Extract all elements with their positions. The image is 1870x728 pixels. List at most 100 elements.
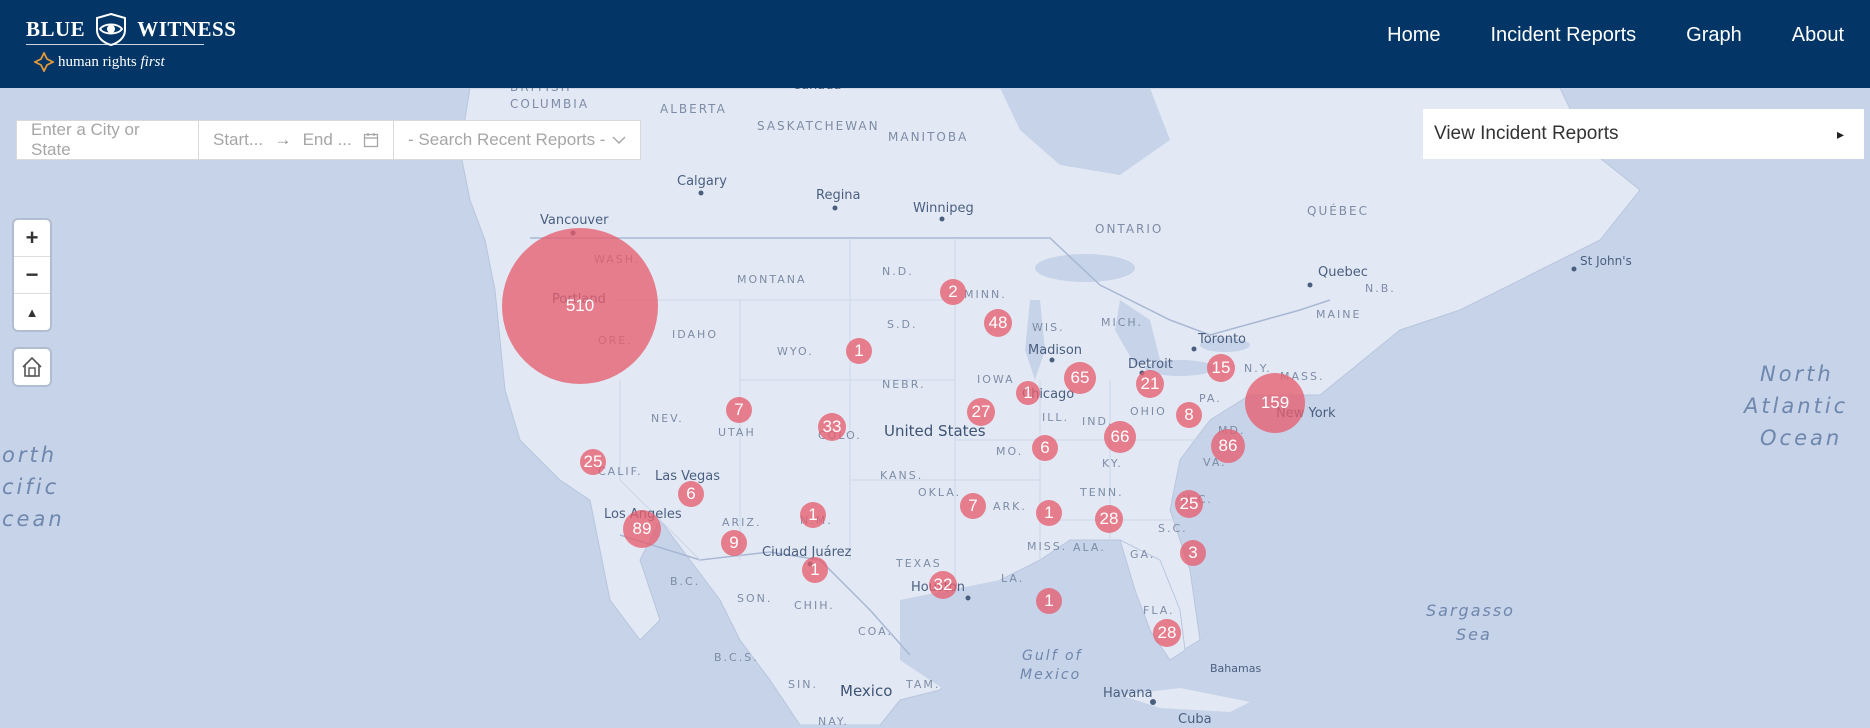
start-date-placeholder: Start... <box>213 130 264 149</box>
view-incident-reports-toggle[interactable]: View Incident Reports ▸ <box>1423 109 1864 159</box>
date-range-picker[interactable]: Start... → End ... <box>199 121 394 159</box>
incident-map[interactable]: BRITISH COLUMBIA ALBERTA SASKATCHEWAN MA… <box>0 78 1870 728</box>
cluster-count: 65 <box>1070 368 1090 387</box>
cluster-count: 9 <box>729 533 739 552</box>
cluster-marker[interactable]: 25 <box>1175 490 1203 518</box>
cluster-marker[interactable]: 1 <box>1036 500 1062 526</box>
logo-sub-italic: first <box>140 53 165 70</box>
top-navbar: BLUE WITNESS human rights first Home Inc… <box>0 0 1870 88</box>
cluster-marker[interactable]: 1 <box>800 502 826 528</box>
cluster-count: 66 <box>1110 427 1130 446</box>
logo-divider <box>26 44 204 45</box>
recent-reports-placeholder: - Search Recent Reports - <box>408 130 606 149</box>
cluster-marker[interactable]: 15 <box>1207 354 1235 382</box>
cluster-count: 7 <box>734 400 744 419</box>
cluster-marker[interactable]: 1 <box>1016 381 1040 405</box>
cluster-marker[interactable]: 66 <box>1104 421 1136 453</box>
main-nav: Home Incident Reports Graph About <box>1387 0 1870 70</box>
cluster-marker[interactable]: 8 <box>1176 402 1202 428</box>
nav-incident-reports[interactable]: Incident Reports <box>1491 24 1637 47</box>
zoom-out-button[interactable]: − <box>14 257 50 294</box>
cluster-marker[interactable]: 6 <box>1032 435 1058 461</box>
cluster-marker[interactable]: 32 <box>929 571 957 599</box>
blue-witness-logo[interactable]: BLUE WITNESS human rights first <box>26 8 236 76</box>
cluster-marker[interactable]: 1 <box>802 557 828 583</box>
cluster-count: 27 <box>971 402 991 421</box>
cluster-marker[interactable]: 48 <box>984 309 1012 337</box>
home-icon <box>22 356 42 377</box>
logo-wordmark: BLUE WITNESS <box>26 12 236 46</box>
city-state-input[interactable]: Enter a City or State <box>17 120 199 159</box>
reset-north-button[interactable]: ▲ <box>14 294 50 330</box>
cluster-count: 89 <box>632 519 652 538</box>
cluster-count: 8 <box>1184 405 1194 424</box>
cluster-count: 2 <box>948 282 958 301</box>
logo-word-left: BLUE <box>26 16 86 41</box>
cluster-marker[interactable]: 28 <box>1095 505 1123 533</box>
cluster-count: 1 <box>808 505 818 524</box>
nav-graph[interactable]: Graph <box>1686 24 1742 47</box>
recent-reports-select[interactable]: - Search Recent Reports - <box>394 121 640 159</box>
logo-sub-text: human rights first <box>58 54 165 71</box>
caret-right-icon: ▸ <box>1836 125 1844 142</box>
zoom-in-button[interactable]: + <box>14 220 50 257</box>
cluster-marker[interactable]: 89 <box>623 510 661 548</box>
view-incident-reports-label: View Incident Reports <box>1434 123 1619 144</box>
cluster-marker[interactable]: 2 <box>940 279 966 305</box>
cluster-count: 6 <box>686 484 696 503</box>
cluster-count: 6 <box>1040 438 1050 457</box>
hrf-mark-icon <box>34 52 54 72</box>
cluster-count: 25 <box>1179 494 1199 513</box>
calendar-icon <box>363 133 379 148</box>
cluster-count: 21 <box>1140 374 1160 393</box>
compass-icon: ▲ <box>25 304 39 320</box>
logo-word-right: WITNESS <box>137 16 237 41</box>
cluster-marker[interactable]: 65 <box>1064 362 1096 394</box>
cluster-count: 48 <box>988 313 1008 332</box>
cluster-marker[interactable]: 86 <box>1211 429 1245 463</box>
cluster-count: 28 <box>1157 623 1177 642</box>
lake-superior <box>1035 254 1135 282</box>
cluster-count: 159 <box>1260 393 1290 412</box>
city-state-placeholder: Enter a City or State <box>31 120 140 159</box>
cluster-count: 1 <box>810 560 820 579</box>
cluster-marker[interactable]: 510 <box>502 228 658 384</box>
cluster-marker[interactable]: 25 <box>580 449 606 475</box>
cluster-count: 25 <box>583 452 603 471</box>
cluster-count: 86 <box>1218 436 1238 455</box>
cluster-count: 1 <box>854 341 864 360</box>
basemap <box>0 88 1870 725</box>
cluster-marker[interactable]: 7 <box>726 397 752 423</box>
shield-eye-icon <box>96 12 127 46</box>
cluster-marker[interactable]: 3 <box>1180 540 1206 566</box>
logo-sub-plain: human rights <box>58 53 141 70</box>
cluster-count: 28 <box>1099 509 1119 528</box>
home-extent-button[interactable] <box>14 349 50 385</box>
nav-home[interactable]: Home <box>1387 24 1440 47</box>
lake-ontario <box>1200 338 1250 352</box>
cluster-marker[interactable]: 9 <box>721 530 747 556</box>
cluster-marker[interactable]: 21 <box>1136 370 1164 398</box>
cluster-marker[interactable]: 27 <box>967 398 995 426</box>
cluster-marker[interactable]: 159 <box>1245 373 1305 433</box>
cluster-marker[interactable]: 1 <box>1036 588 1062 614</box>
logo-subtitle: human rights first <box>34 52 165 72</box>
cluster-count: 32 <box>933 575 953 594</box>
cluster-count: 1 <box>1044 503 1054 522</box>
cluster-count: 15 <box>1211 358 1231 377</box>
range-arrow-icon: → <box>274 130 292 149</box>
cluster-marker[interactable]: 7 <box>960 493 986 519</box>
nav-about[interactable]: About <box>1792 24 1844 47</box>
cluster-count: 510 <box>565 296 595 315</box>
cluster-count: 1 <box>1044 591 1054 610</box>
cluster-marker[interactable]: 1 <box>846 338 872 364</box>
cluster-marker[interactable]: 28 <box>1153 619 1181 647</box>
zoom-controls: + − ▲ <box>14 220 50 330</box>
cluster-marker[interactable]: 33 <box>818 413 846 441</box>
search-filters: Enter a City or State Start... → End ...… <box>16 120 641 160</box>
end-date-placeholder: End ... <box>302 130 352 149</box>
cluster-marker[interactable]: 6 <box>678 481 704 507</box>
chevron-down-icon <box>612 136 626 144</box>
cluster-count: 3 <box>1188 543 1198 562</box>
cluster-count: 33 <box>822 417 842 436</box>
